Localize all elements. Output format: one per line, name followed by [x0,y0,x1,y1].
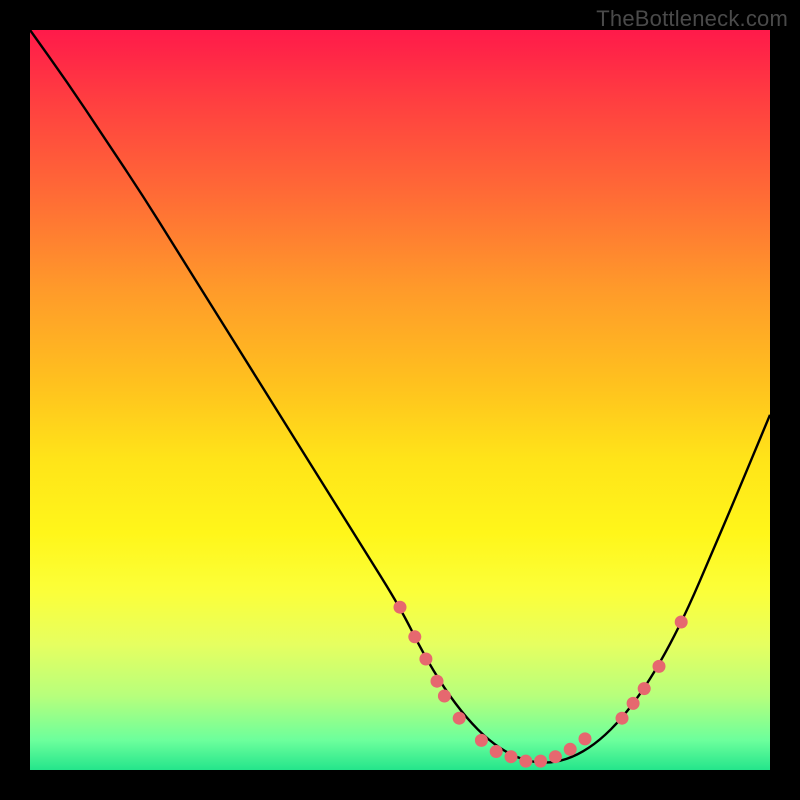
curve-marker [564,743,577,756]
curve-marker [505,750,518,763]
curve-marker [408,630,421,643]
curve-marker [653,660,666,673]
curve-markers [394,601,688,768]
curve-marker [394,601,407,614]
curve-marker [638,682,651,695]
curve-marker [490,745,503,758]
curve-marker [519,755,532,768]
curve-marker [579,732,592,745]
curve-marker [675,616,688,629]
curve-marker [438,690,451,703]
curve-marker [534,755,547,768]
bottleneck-curve [30,30,770,763]
curve-marker [475,734,488,747]
chart-plot-area [30,30,770,770]
curve-marker [549,750,562,763]
curve-marker [616,712,629,725]
curve-marker [627,697,640,710]
curve-marker [431,675,444,688]
watermark-text: TheBottleneck.com [596,6,788,32]
bottleneck-curve-svg [30,30,770,770]
curve-marker [419,653,432,666]
curve-marker [453,712,466,725]
